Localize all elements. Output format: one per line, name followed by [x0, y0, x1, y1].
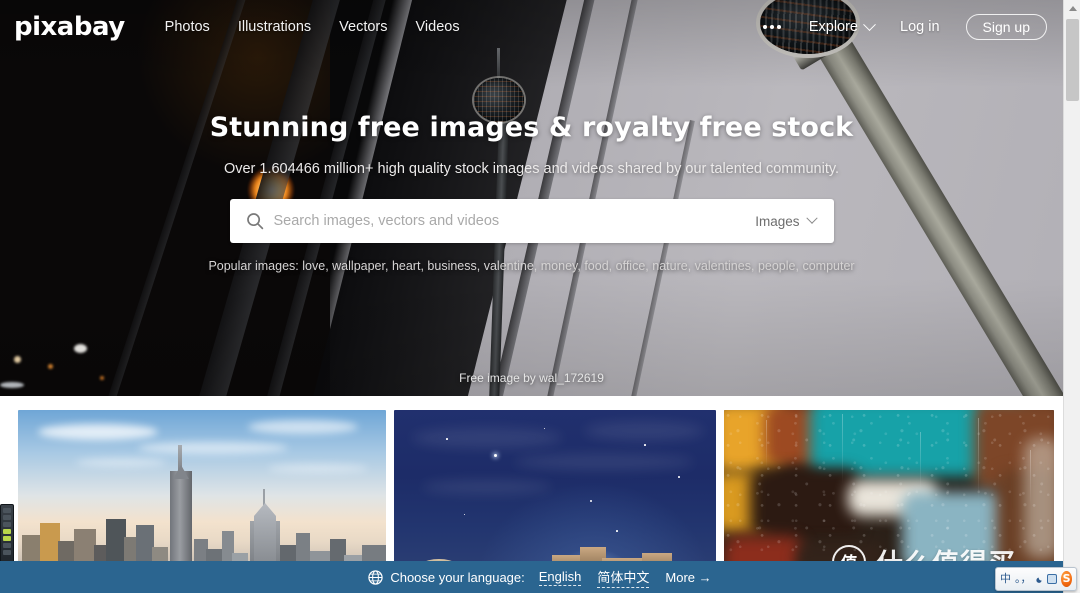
search-icon: [246, 213, 263, 230]
sogou-ime-toolbar[interactable]: 中 。， S: [995, 567, 1077, 591]
language-option-chinese[interactable]: 简体中文: [597, 567, 650, 588]
primary-nav-links: Photos Illustrations Vectors Videos: [165, 19, 460, 35]
keyboard-icon[interactable]: [1046, 574, 1058, 584]
ellipsis-icon[interactable]: [761, 19, 783, 35]
popular-tag-wallpaper[interactable]: wallpaper: [332, 259, 385, 273]
pixabay-page: pixabay Photos Illustrations Vectors Vid…: [0, 0, 1063, 593]
popular-images-row: Popular images: love, wallpaper, heart, …: [0, 259, 1063, 273]
ime-mode-label[interactable]: 中: [1000, 573, 1011, 585]
popular-tag-nature[interactable]: nature: [652, 259, 687, 273]
widget-segment-active: [3, 536, 11, 541]
floating-side-widget[interactable]: [0, 504, 14, 564]
tile-starry-night[interactable]: [394, 410, 716, 575]
hero-subtitle: Over 1.604466 million+ high quality stoc…: [223, 161, 840, 177]
popular-tag-people[interactable]: people: [758, 259, 796, 273]
chevron-down-icon: [805, 212, 818, 224]
nav-link-photos[interactable]: Photos: [165, 19, 210, 35]
rain-window-image: [724, 410, 1054, 575]
tile-rain-window[interactable]: [724, 410, 1054, 575]
widget-segment: [3, 543, 11, 548]
scroll-up-arrow-glyph: [1068, 6, 1077, 11]
browser-scrollbar[interactable]: [1063, 0, 1080, 593]
city-skyline-image: [18, 410, 386, 575]
nav-link-vectors[interactable]: Vectors: [339, 19, 387, 35]
popular-tag-computer[interactable]: computer: [802, 259, 854, 273]
popular-tag-food[interactable]: food: [584, 259, 608, 273]
nav-right-group: Explore Log in Sign up: [761, 14, 1047, 40]
explore-label: Explore: [808, 19, 858, 35]
scroll-up-arrow-icon[interactable]: [1064, 0, 1080, 17]
rain-droplets: [724, 410, 1054, 575]
ime-punctuation-toggle[interactable]: 。，: [1015, 573, 1032, 585]
scrollbar-thumb[interactable]: [1066, 19, 1079, 101]
popular-tag-money[interactable]: money: [541, 259, 578, 273]
widget-segment: [3, 508, 11, 513]
language-bar-label: Choose your language:: [390, 569, 525, 585]
widget-segment: [3, 522, 11, 527]
search-type-label: Images: [755, 213, 800, 229]
nav-link-illustrations[interactable]: Illustrations: [238, 19, 311, 35]
popular-tag-business[interactable]: business: [427, 259, 476, 273]
nav-link-videos[interactable]: Videos: [416, 19, 460, 35]
widget-segment-active: [3, 529, 11, 534]
language-bar: Choose your language: English 简体中文 More …: [0, 561, 1080, 593]
explore-menu[interactable]: Explore: [808, 17, 876, 35]
starry-night-image: [394, 410, 716, 575]
hero-image-credit[interactable]: Free image by wal_172619: [0, 371, 1063, 385]
hero-title: Stunning free images & royalty free stoc…: [209, 112, 854, 143]
language-option-english[interactable]: English: [538, 569, 582, 586]
popular-tag-office[interactable]: office: [616, 259, 646, 273]
popular-tag-heart[interactable]: heart: [392, 259, 421, 273]
popular-tag-valentines[interactable]: valentines: [695, 259, 751, 273]
login-button[interactable]: Log in: [900, 19, 940, 35]
popular-tag-valentine[interactable]: valentine: [484, 259, 534, 273]
sogou-logo-icon[interactable]: S: [1061, 571, 1072, 587]
signup-button[interactable]: Sign up: [965, 14, 1047, 40]
browser-viewport: pixabay Photos Illustrations Vectors Vid…: [0, 0, 1080, 593]
top-navigation-bar: pixabay Photos Illustrations Vectors Vid…: [0, 0, 1063, 54]
language-more-link[interactable]: More →: [665, 570, 711, 585]
tile-city-skyline[interactable]: [18, 410, 386, 575]
pixabay-logo[interactable]: pixabay: [14, 12, 125, 42]
widget-segment: [3, 515, 11, 520]
hero-section: pixabay Photos Illustrations Vectors Vid…: [0, 0, 1063, 396]
chevron-down-icon: [863, 17, 876, 31]
popular-tag-love[interactable]: love: [302, 259, 325, 273]
empire-state-building: [170, 445, 192, 575]
popular-tag-list: love, wallpaper, heart, business, valent…: [302, 259, 855, 273]
popular-images-prefix: Popular images:: [208, 259, 299, 273]
widget-segment: [3, 550, 11, 555]
globe-icon: [368, 569, 383, 585]
search-input[interactable]: [273, 199, 746, 243]
search-type-dropdown[interactable]: Images: [745, 212, 833, 229]
search-bar[interactable]: Images: [229, 199, 834, 243]
moon-icon[interactable]: [1035, 574, 1043, 585]
